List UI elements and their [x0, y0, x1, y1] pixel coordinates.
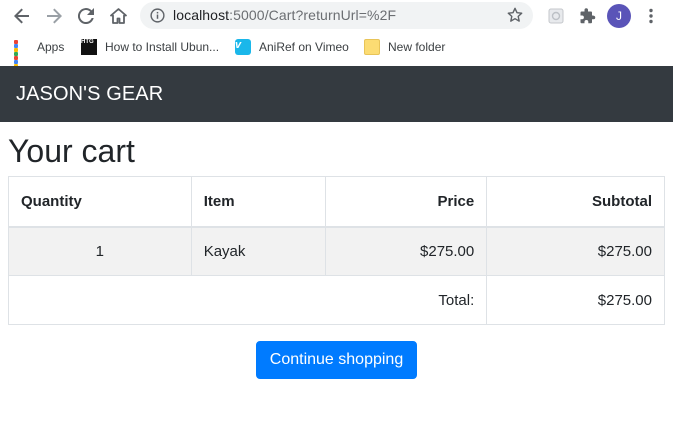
header-item: Item: [190, 176, 326, 228]
home-icon[interactable]: [105, 3, 131, 29]
continue-shopping-button[interactable]: Continue shopping: [256, 341, 417, 379]
url-text[interactable]: localhost:5000/Cart?returnUrl=%2F: [173, 7, 396, 24]
extension-icon[interactable]: [543, 3, 569, 29]
cell-item: Kayak: [190, 226, 326, 276]
back-icon[interactable]: [9, 3, 35, 29]
bookmark-new-folder[interactable]: New folder: [364, 38, 445, 56]
bookmark-label: Apps: [37, 40, 65, 54]
bookmarks-bar: Apps HTG How to Install Ubun... v AniRef…: [0, 33, 673, 76]
header-subtotal: Subtotal: [486, 176, 665, 228]
star-icon[interactable]: [507, 7, 523, 28]
page-title: Your cart: [8, 133, 135, 169]
forward-icon[interactable]: [41, 3, 67, 29]
cell-quantity: 1: [8, 226, 192, 276]
profile-avatar[interactable]: J: [607, 4, 631, 28]
apps-grid-icon: [13, 39, 29, 76]
bookmark-apps[interactable]: Apps: [13, 38, 65, 76]
header-price: Price: [324, 176, 488, 228]
address-bar[interactable]: localhost:5000/Cart?returnUrl=%2F: [140, 2, 533, 29]
table-header-row: Quantity Item Price Subtotal: [8, 176, 665, 228]
header-quantity: Quantity: [8, 176, 192, 228]
vimeo-icon: v: [235, 39, 251, 55]
site-navbar: JASON'S GEAR: [0, 66, 673, 122]
url-host: localhost: [173, 7, 230, 23]
puzzle-icon[interactable]: [575, 3, 601, 29]
browser-toolbar: localhost:5000/Cart?returnUrl=%2F J: [0, 0, 673, 32]
bookmark-htg[interactable]: HTG How to Install Ubun...: [81, 38, 219, 56]
htg-icon: HTG: [81, 39, 97, 55]
info-icon[interactable]: [150, 8, 165, 28]
bookmark-vimeo[interactable]: v AniRef on Vimeo: [235, 38, 349, 56]
bookmark-label: New folder: [388, 40, 446, 54]
total-label: Total:: [7, 275, 488, 325]
total-value: $275.00: [486, 275, 665, 325]
table-row: 1 Kayak $275.00 $275.00: [8, 226, 665, 276]
menu-icon[interactable]: [638, 3, 664, 29]
cell-subtotal: $275.00: [486, 226, 665, 276]
cell-price: $275.00: [324, 226, 488, 276]
url-path: :5000/Cart?returnUrl=%2F: [229, 7, 397, 23]
reload-icon[interactable]: [73, 3, 99, 29]
total-row: Total: $275.00: [7, 275, 665, 325]
bookmark-label: How to Install Ubun...: [105, 40, 220, 54]
avatar-initial: J: [616, 9, 622, 23]
folder-icon: [364, 39, 380, 55]
navbar-brand[interactable]: JASON'S GEAR: [16, 83, 163, 106]
cart-table: Quantity Item Price Subtotal 1 Kayak $27…: [7, 176, 665, 325]
bookmark-label: AniRef on Vimeo: [259, 40, 349, 54]
